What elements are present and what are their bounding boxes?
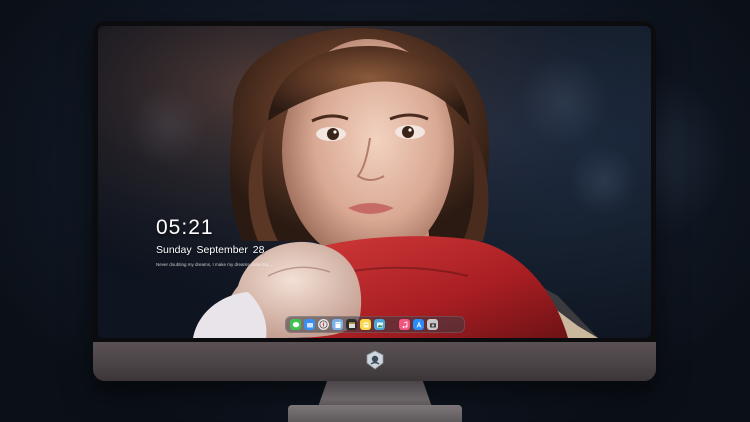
brand-logo-icon [366, 350, 384, 370]
lock-date: Sunday September 28 [156, 244, 265, 256]
dock [285, 316, 465, 333]
music-icon[interactable] [399, 319, 410, 330]
monitor-stand-neck [318, 381, 432, 407]
lock-clock: 05:21 [156, 216, 214, 239]
files-icon[interactable] [332, 319, 343, 330]
folder-icon[interactable] [304, 319, 315, 330]
notes-icon[interactable] [360, 319, 371, 330]
compass-icon[interactable] [318, 319, 329, 330]
app-store-icon[interactable] [413, 319, 424, 330]
lock-quote: Never doubting my dreams, I make my drea… [156, 262, 273, 267]
monitor-stand-base [288, 405, 462, 422]
message-icon[interactable] [290, 319, 301, 330]
camera-icon[interactable] [427, 319, 438, 330]
lock-screen[interactable]: 05:21 Sunday September 28 Never doubting… [98, 26, 651, 338]
dock-separator [388, 319, 396, 330]
monitor-chin [93, 342, 656, 381]
image-icon[interactable] [374, 319, 385, 330]
monitor-bezel: 05:21 Sunday September 28 Never doubting… [93, 21, 656, 342]
wallpaper-portrait [98, 26, 651, 338]
monitor: 05:21 Sunday September 28 Never doubting… [93, 21, 656, 381]
clapper-icon[interactable] [346, 319, 357, 330]
